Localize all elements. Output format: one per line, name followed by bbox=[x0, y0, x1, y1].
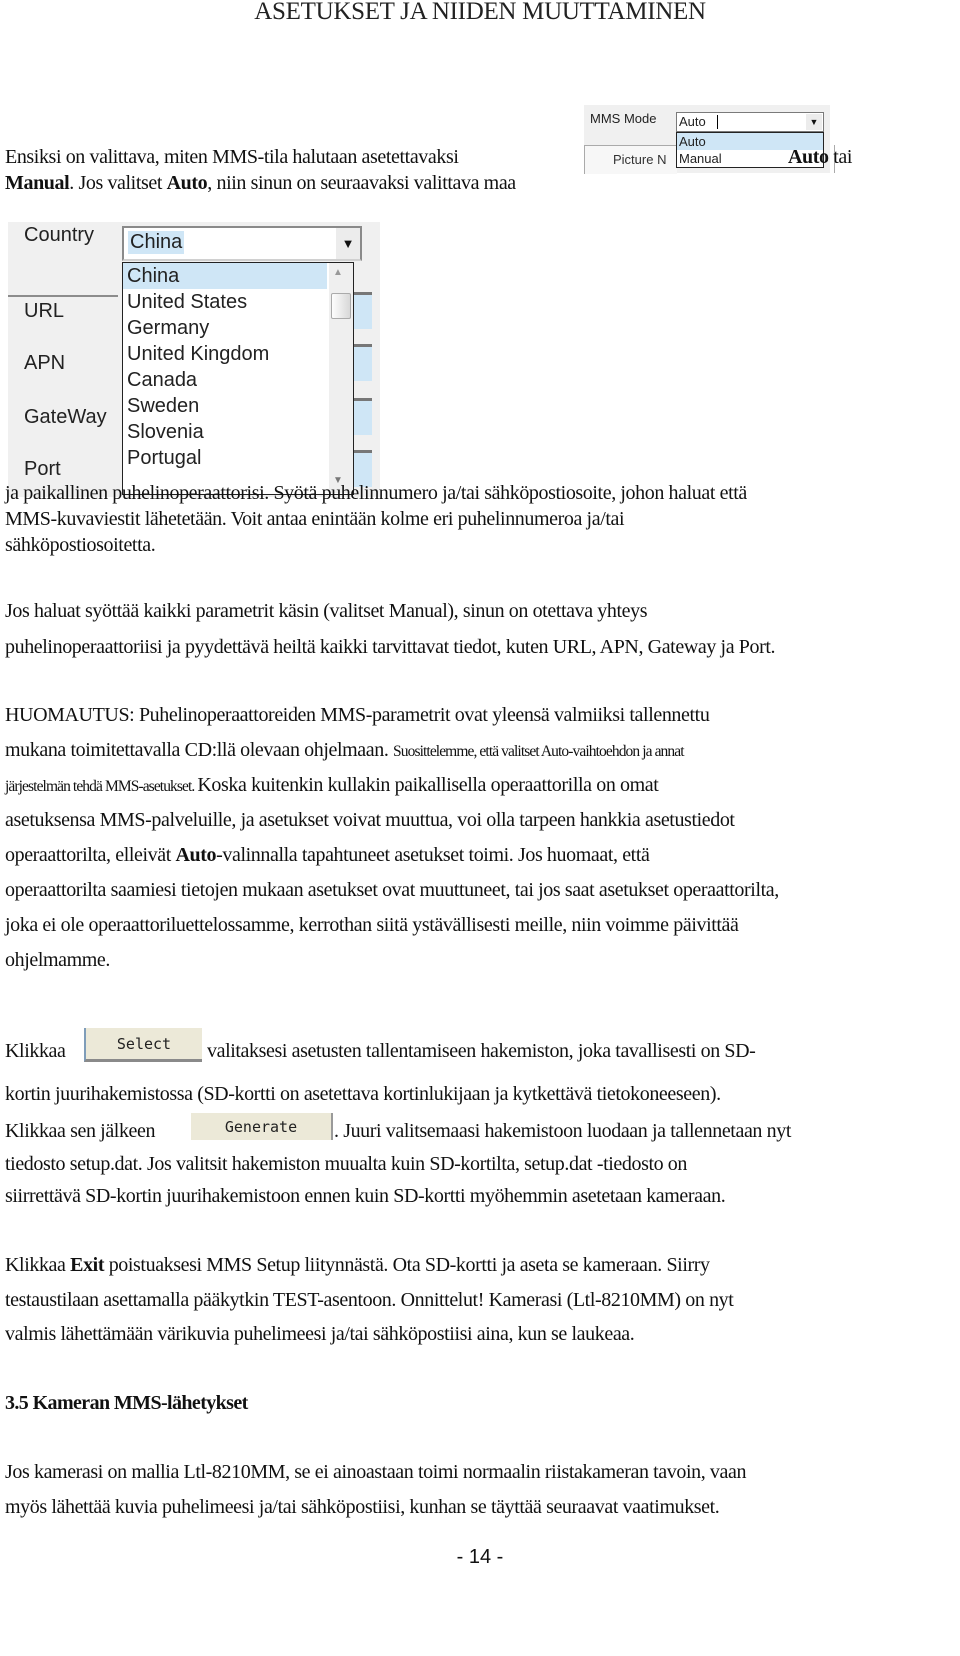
para1-line: ja paikallinen puhelinoperaattorisi. Syö… bbox=[5, 482, 747, 504]
manual-bold: Manual bbox=[5, 172, 70, 194]
note-line: järjestelmän tehdä MMS-asetukset. Koska … bbox=[5, 774, 659, 797]
mms-mode-label: MMS Mode bbox=[590, 111, 657, 126]
intro-text: Ensiksi on valittava, miten MMS-tila hal… bbox=[5, 146, 459, 168]
select-line: tiedosto setup.dat. Jos valitsit hakemis… bbox=[5, 1153, 688, 1175]
page-title: ASETUKSET JA NIIDEN MUUTTAMINEN bbox=[254, 0, 706, 25]
exit-line: Klikkaa Exit poistuaksesi MMS Setup liit… bbox=[5, 1254, 710, 1277]
note-text: mukana toimitettavalla CD:llä olevaan oh… bbox=[5, 739, 394, 761]
exit-bold: Exit bbox=[70, 1254, 105, 1276]
country-option[interactable]: China bbox=[123, 263, 327, 289]
country-dropdown-list: China United States Germany United Kingd… bbox=[122, 262, 354, 495]
intro-line-1-end: Auto tai bbox=[788, 146, 852, 169]
generate-button[interactable]: Generate bbox=[191, 1113, 333, 1140]
country-option[interactable]: Germany bbox=[123, 315, 327, 341]
apn-label: APN bbox=[24, 352, 66, 374]
country-option[interactable]: United States bbox=[123, 289, 327, 315]
exit-text: poistuaksesi MMS Setup liitynnästä. Ota … bbox=[104, 1254, 710, 1276]
country-value: China bbox=[128, 231, 185, 254]
select-line: valitaksesi asetusten tallentamiseen hak… bbox=[207, 1040, 756, 1062]
note-line: ohjelmamme. bbox=[5, 949, 111, 971]
intro-line-2: Manual. Jos valitset Auto, niin sinun on… bbox=[5, 172, 516, 195]
auto-bold: Auto bbox=[175, 844, 217, 866]
select-line: Klikkaa sen jälkeen bbox=[5, 1120, 156, 1142]
picture-tab-label: Picture N bbox=[613, 152, 667, 167]
note-line: asetuksensa MMS-palveluille, ja asetukse… bbox=[5, 809, 735, 831]
note-text: operaattorilta, elleivät bbox=[5, 844, 176, 866]
section-line: Jos kamerasi on mallia Ltl-8210MM, se ei… bbox=[5, 1461, 747, 1483]
gateway-label: GateWay bbox=[24, 406, 107, 428]
country-label: Country bbox=[24, 224, 95, 246]
select-line: siirrettävä SD-kortin juurihakemistoon e… bbox=[5, 1185, 726, 1207]
port-label: Port bbox=[24, 458, 61, 480]
mms-mode-select[interactable]: Auto ▼ bbox=[676, 112, 824, 132]
note-small-text: järjestelmän tehdä MMS-asetukset. bbox=[5, 778, 198, 795]
note-text: -valinnalla tapahtuneet asetukset toimi.… bbox=[216, 844, 650, 866]
country-option[interactable]: United Kingdom bbox=[123, 341, 327, 367]
para1-line: sähköpostiosoitetta. bbox=[5, 534, 156, 556]
note-line: joka ei ole operaattoriluettelossamme, k… bbox=[5, 914, 739, 936]
auto-bold: Auto bbox=[788, 146, 829, 168]
mms-mode-value: Auto bbox=[679, 114, 706, 129]
note-line: mukana toimitettavalla CD:llä olevaan oh… bbox=[5, 739, 685, 762]
note-small-text: Suosittelemme, että valitset Auto-vaihto… bbox=[393, 743, 685, 760]
para1-line: MMS-kuvaviestit lähetetään. Voit antaa e… bbox=[5, 508, 625, 530]
scrollbar[interactable]: ▲ ▼ bbox=[329, 263, 353, 493]
note-line: HUOMAUTUS: Puhelinoperaattoreiden MMS-pa… bbox=[5, 704, 710, 726]
chevron-down-icon[interactable]: ▼ bbox=[806, 114, 822, 130]
country-select[interactable]: China ▼ bbox=[122, 226, 362, 261]
select-button[interactable]: Select bbox=[84, 1028, 202, 1062]
scroll-up-icon[interactable]: ▲ bbox=[333, 267, 343, 278]
intro-end: , niin sinun on seuraavaksi valittava ma… bbox=[207, 172, 516, 194]
exit-line: testaustilaan asettamalla pääkytkin TEST… bbox=[5, 1289, 734, 1311]
select-line: kortin juurihakemistossa (SD-kortti on a… bbox=[5, 1083, 721, 1105]
para2-line: Jos haluat syöttää kaikki parametrit käs… bbox=[5, 600, 648, 622]
select-line: . Juuri valitsemaasi hakemistoon luodaan… bbox=[334, 1120, 791, 1142]
select-line: Klikkaa bbox=[5, 1040, 66, 1062]
country-screenshot: Country URL APN GateWay Port China ▼ Chi… bbox=[8, 222, 380, 497]
note-line: operaattorilta saamiesi tietojen mukaan … bbox=[5, 879, 779, 901]
intro-line-1: Ensiksi on valittava, miten MMS-tila hal… bbox=[5, 146, 459, 169]
country-option[interactable]: Sweden bbox=[123, 393, 327, 419]
country-option[interactable]: Slovenia bbox=[123, 419, 327, 445]
section-line: myös lähettää kuvia puhelimeesi ja/tai s… bbox=[5, 1496, 720, 1518]
exit-text: Klikkaa bbox=[5, 1254, 71, 1276]
chevron-down-icon[interactable]: ▼ bbox=[336, 228, 360, 259]
separator bbox=[8, 295, 118, 297]
note-text: Koska kuitenkin kullakin paikallisella o… bbox=[197, 774, 659, 796]
scrollbar-thumb[interactable] bbox=[331, 293, 351, 319]
intro-mid: . Jos valitset bbox=[69, 172, 167, 194]
auto-bold-2: Auto bbox=[166, 172, 208, 194]
section-heading: 3.5 Kameran MMS-lähetykset bbox=[5, 1392, 248, 1414]
page-number: - 14 - bbox=[456, 1546, 504, 1568]
exit-line: valmis lähettämään värikuvia puhelimeesi… bbox=[5, 1323, 635, 1345]
note-line: operaattorilta, elleivät Auto-valinnalla… bbox=[5, 844, 650, 867]
para2-line: puhelinoperaattoriisi ja pyydettävä heil… bbox=[5, 636, 776, 658]
picture-tab[interactable]: Picture N bbox=[584, 145, 677, 174]
tai-text: tai bbox=[828, 146, 853, 168]
url-label: URL bbox=[24, 300, 65, 322]
text-caret bbox=[717, 115, 718, 129]
country-option[interactable]: Portugal bbox=[123, 445, 327, 471]
country-option[interactable]: Canada bbox=[123, 367, 327, 393]
